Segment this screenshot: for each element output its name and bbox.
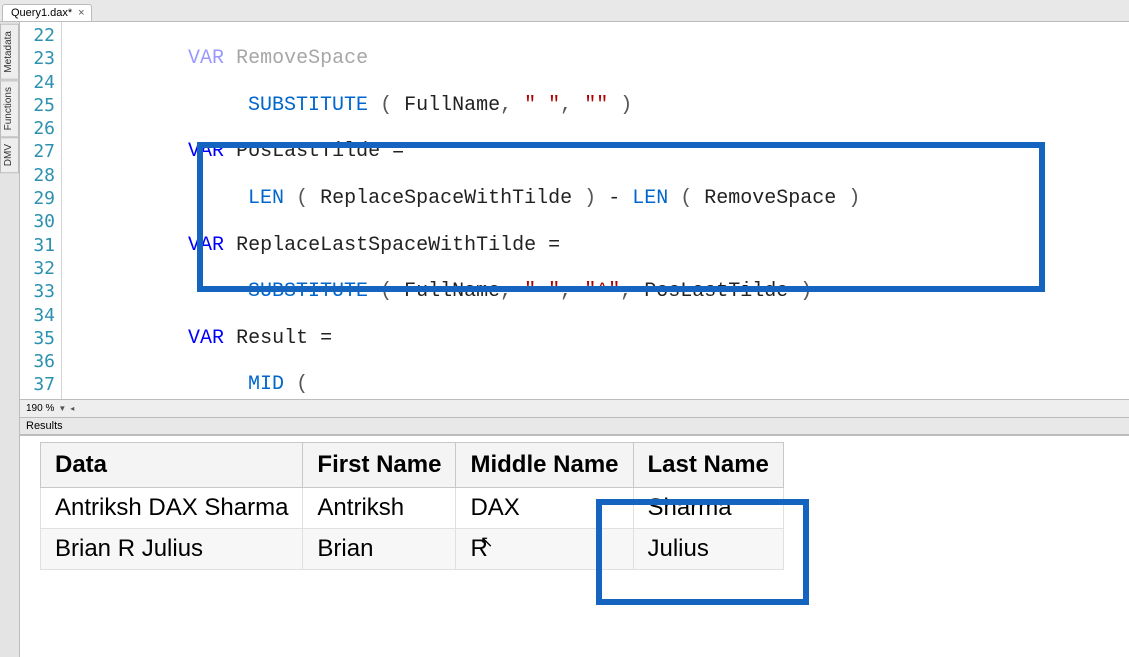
- table-header-row: Data First Name Middle Name Last Name: [41, 443, 784, 488]
- column-header[interactable]: First Name: [303, 443, 456, 488]
- string: " ": [524, 280, 560, 303]
- close-icon[interactable]: ×: [78, 7, 84, 19]
- keyword-var: VAR: [188, 47, 224, 70]
- editor-pane: 22 23 24 25 26 27 28 29 30 31 32 33 34 3…: [20, 22, 1129, 657]
- line-number: 22: [20, 24, 55, 47]
- cell: Julius: [633, 529, 783, 570]
- equals: =: [320, 327, 332, 350]
- paren: ): [620, 94, 632, 117]
- zoom-dropdown-icon[interactable]: ▼: [58, 404, 66, 413]
- fn-substitute: SUBSTITUTE: [248, 280, 368, 303]
- fn-mid: MID: [248, 373, 284, 396]
- paren: (: [296, 187, 308, 210]
- fn-len: LEN: [632, 187, 668, 210]
- operator: -: [608, 187, 620, 210]
- string: "^": [584, 280, 620, 303]
- side-tabstrip: Metadata Functions DMV: [0, 22, 20, 657]
- code-highlight-box: [197, 142, 1045, 292]
- cell: Antriksh DAX Sharma: [41, 488, 303, 529]
- paren: ): [848, 187, 860, 210]
- equals: =: [392, 140, 404, 163]
- paren: (: [680, 187, 692, 210]
- code-area[interactable]: VAR RemoveSpace SUBSTITUTE ( FullName, "…: [62, 22, 1129, 399]
- keyword-var: VAR: [188, 140, 224, 163]
- cell: Brian R Julius: [41, 529, 303, 570]
- code-editor[interactable]: 22 23 24 25 26 27 28 29 30 31 32 33 34 3…: [20, 22, 1129, 399]
- comma: ,: [560, 280, 572, 303]
- fn-len: LEN: [248, 187, 284, 210]
- results-pane: Data First Name Middle Name Last Name An…: [20, 435, 1129, 657]
- cell: DAX: [456, 488, 633, 529]
- line-number: 23: [20, 47, 55, 70]
- table-row[interactable]: Antriksh DAX Sharma Antriksh DAX Sharma: [41, 488, 784, 529]
- identifier: PosLastTilde: [236, 140, 380, 163]
- keyword-var: VAR: [188, 234, 224, 257]
- line-number: 28: [20, 164, 55, 187]
- equals: =: [548, 234, 560, 257]
- line-number: 31: [20, 234, 55, 257]
- identifier: ReplaceLastSpaceWithTilde: [236, 234, 536, 257]
- file-tab[interactable]: Query1.dax* ×: [2, 4, 92, 21]
- table-row[interactable]: Brian R Julius Brian R Julius: [41, 529, 784, 570]
- comma: ,: [620, 280, 632, 303]
- comma: ,: [560, 94, 572, 117]
- results-table: Data First Name Middle Name Last Name An…: [40, 442, 784, 570]
- comma: ,: [500, 94, 512, 117]
- line-number: 36: [20, 350, 55, 373]
- fn-substitute: SUBSTITUTE: [248, 94, 368, 117]
- editor-tabbar: Query1.dax* ×: [0, 0, 1129, 22]
- identifier: RemoveSpace: [236, 47, 368, 70]
- cell: Brian: [303, 529, 456, 570]
- comma: ,: [500, 280, 512, 303]
- line-number: 33: [20, 280, 55, 303]
- line-number: 24: [20, 71, 55, 94]
- app-root: Query1.dax* × Metadata Functions DMV 22 …: [0, 0, 1129, 657]
- side-tab-dmv[interactable]: DMV: [0, 137, 19, 173]
- paren: (: [296, 373, 308, 396]
- zoom-label: 190 %: [26, 403, 54, 414]
- line-number: 26: [20, 117, 55, 140]
- cell: R: [456, 529, 633, 570]
- identifier: FullName: [404, 94, 500, 117]
- results-label: Results: [26, 420, 63, 432]
- keyword-var: VAR: [188, 327, 224, 350]
- line-number: 32: [20, 257, 55, 280]
- line-number: 29: [20, 187, 55, 210]
- identifier: RemoveSpace: [704, 187, 836, 210]
- line-number: 35: [20, 327, 55, 350]
- side-tab-functions[interactable]: Functions: [0, 80, 19, 137]
- column-header[interactable]: Data: [41, 443, 303, 488]
- line-gutter: 22 23 24 25 26 27 28 29 30 31 32 33 34 3…: [20, 22, 62, 399]
- file-tab-title: Query1.dax*: [11, 7, 72, 19]
- string: "": [584, 94, 608, 117]
- expand-left-icon[interactable]: ◂: [70, 404, 74, 413]
- identifier: ReplaceSpaceWithTilde: [320, 187, 572, 210]
- line-number: 34: [20, 304, 55, 327]
- workspace: Metadata Functions DMV 22 23 24 25 26 27…: [0, 22, 1129, 657]
- paren: (: [380, 280, 392, 303]
- identifier: FullName: [404, 280, 500, 303]
- zoom-bar: 190 % ▼ ◂: [20, 399, 1129, 417]
- side-tab-metadata[interactable]: Metadata: [0, 24, 19, 80]
- identifier: PosLastTilde: [644, 280, 788, 303]
- line-number: 30: [20, 210, 55, 233]
- string: " ": [524, 94, 560, 117]
- cell: Sharma: [633, 488, 783, 529]
- line-number: 25: [20, 94, 55, 117]
- paren: ): [800, 280, 812, 303]
- results-header: Results: [20, 417, 1129, 435]
- identifier: Result: [236, 327, 308, 350]
- paren: (: [380, 94, 392, 117]
- paren: ): [584, 187, 596, 210]
- column-header[interactable]: Middle Name: [456, 443, 633, 488]
- cell: Antriksh: [303, 488, 456, 529]
- line-number: 27: [20, 140, 55, 163]
- line-number: 37: [20, 373, 55, 396]
- column-header[interactable]: Last Name: [633, 443, 783, 488]
- line-number: 38: [20, 397, 55, 399]
